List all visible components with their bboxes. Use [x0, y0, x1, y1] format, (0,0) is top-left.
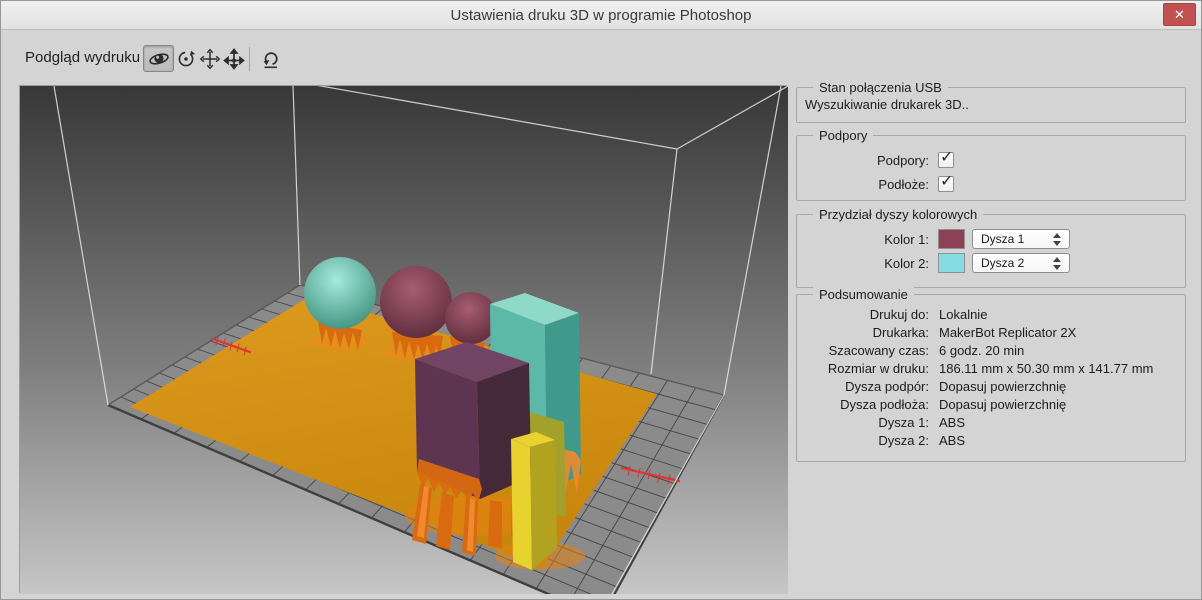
supports-row: Podpory: ✓ [797, 148, 1185, 172]
summary-value: MakerBot Replicator 2X [939, 324, 1077, 340]
reset-view-button[interactable] [257, 45, 284, 72]
usb-status-group: Stan połączenia USB Wyszukiwanie drukare… [796, 79, 1186, 123]
summary-value: 186.11 mm x 50.30 mm x 141.77 mm [939, 360, 1154, 376]
color1-label: Kolor 1: [884, 231, 929, 247]
maroon-sphere-small [445, 292, 497, 344]
color2-nozzle-select[interactable]: Dysza 2 [972, 253, 1070, 273]
roll-camera-button[interactable] [172, 45, 199, 72]
stepper-arrows-icon [1053, 233, 1062, 246]
orbit-3d-camera-icon [148, 52, 169, 65]
slide-camera-button[interactable] [220, 45, 247, 72]
summary-row: Drukuj do: Lokalnie [797, 305, 1185, 323]
summary-value: Dopasuj powierzchnię [939, 396, 1067, 412]
summary-label: Dysza 1: [878, 414, 929, 430]
summary-label: Rozmiar w druku: [827, 360, 929, 376]
summary-value: Dopasuj powierzchnię [939, 378, 1067, 394]
summary-row: Dysza podłoża: Dopasuj powierzchnię [797, 395, 1185, 413]
pan-3d-camera-icon [199, 48, 220, 69]
orbit-camera-button[interactable] [143, 45, 174, 72]
color1-nozzle-select[interactable]: Dysza 1 [972, 229, 1070, 249]
close-icon: ✕ [1174, 7, 1185, 22]
stepper-arrows-icon [1053, 257, 1062, 270]
pan-camera-button[interactable] [196, 45, 223, 72]
summary-label: Drukuj do: [869, 306, 929, 322]
supports-checkbox-label: Podpory: [876, 152, 929, 168]
color1-swatch[interactable] [938, 229, 965, 249]
color1-nozzle-value: Dysza 1 [981, 232, 1025, 246]
print-preview-viewport[interactable] [19, 85, 788, 594]
base-checkbox-label: Podłoże: [878, 176, 929, 192]
color2-label: Kolor 2: [884, 255, 929, 271]
base-row: Podłoże: ✓ [797, 172, 1185, 196]
summary-row: Dysza podpór: Dopasuj powierzchnię [797, 377, 1185, 395]
summary-label: Szacowany czas: [828, 342, 929, 358]
nozzle-assignment-group: Przydział dyszy kolorowych Kolor 1: Dysz… [796, 206, 1186, 288]
checkmark-icon: ✓ [940, 173, 954, 190]
summary-row: Drukarka: MakerBot Replicator 2X [797, 323, 1185, 341]
color2-swatch[interactable] [938, 253, 965, 273]
summary-value: ABS [939, 432, 966, 448]
checkmark-icon: ✓ [940, 149, 954, 166]
close-button[interactable]: ✕ [1163, 3, 1196, 26]
summary-group: Podsumowanie Drukuj do: Lokalnie Drukark… [796, 286, 1186, 462]
summary-row: Dysza 1: ABS [797, 413, 1185, 431]
supports-checkbox[interactable]: ✓ [938, 149, 954, 168]
summary-row: Rozmiar w druku: 186.11 mm x 50.30 mm x … [797, 359, 1185, 377]
yellow-plank [511, 432, 557, 570]
summary-label: Drukarka: [872, 324, 929, 340]
summary-value: Lokalnie [939, 306, 988, 322]
roll-3d-camera-icon [178, 50, 195, 66]
summary-row: Dysza 2: ABS [797, 431, 1185, 449]
summary-label: Dysza podłoża: [840, 396, 929, 412]
slide-3d-camera-icon [222, 47, 245, 70]
summary-group-title: Podsumowanie [813, 286, 914, 303]
reset-view-icon [263, 51, 278, 68]
summary-label: Dysza podpór: [845, 378, 929, 394]
summary-label: Dysza 2: [878, 432, 929, 448]
print-preview-canvas [20, 86, 788, 594]
color2-nozzle-value: Dysza 2 [981, 256, 1025, 270]
supports-group-title: Podpory [813, 127, 874, 144]
summary-value: 6 godz. 20 min [939, 342, 1025, 358]
title-bar: Ustawienia druku 3D w programie Photosho… [1, 1, 1201, 30]
cyan-sphere [304, 257, 376, 329]
toolbar-separator [249, 47, 250, 71]
base-checkbox[interactable]: ✓ [938, 173, 954, 192]
nozzle-group-title: Przydział dyszy kolorowych [813, 206, 984, 223]
summary-value: ABS [939, 414, 966, 430]
window-title: Ustawienia druku 3D w programie Photosho… [450, 7, 752, 24]
maroon-sphere-large [380, 266, 452, 338]
photoshop-3d-print-dialog: Ustawienia druku 3D w programie Photosho… [0, 0, 1202, 600]
color1-row: Kolor 1: Dysza 1 [797, 228, 1185, 250]
usb-group-title: Stan połączenia USB [813, 79, 948, 96]
toolbar: Podgląd wydruku 3D [1, 31, 787, 85]
supports-group: Podpory Podpory: ✓ Podłoże: ✓ [796, 127, 1186, 201]
color2-row: Kolor 2: Dysza 2 [797, 252, 1185, 274]
summary-row: Szacowany czas: 6 godz. 20 min [797, 341, 1185, 359]
